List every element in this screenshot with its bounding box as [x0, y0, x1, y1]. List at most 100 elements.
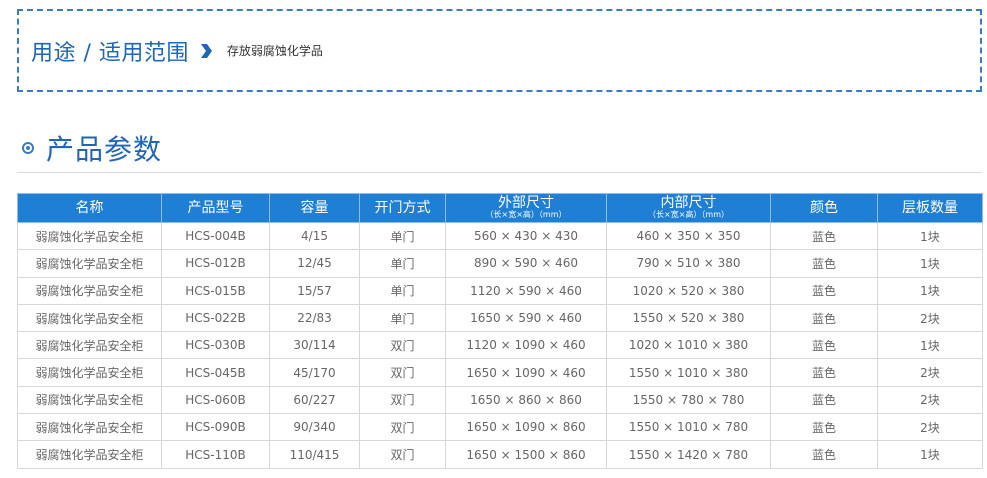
cell-inner-size: 1550 × 1010 × 780	[606, 413, 771, 442]
cell-name: 弱腐蚀化学品安全柜	[17, 440, 162, 469]
header-color: 颜色	[770, 193, 878, 223]
cell-capacity: 60/227	[269, 385, 360, 415]
cell-outer-size: 1120 × 1090 × 460	[445, 331, 607, 360]
cell-color: 蓝色	[770, 276, 878, 305]
cell-color: 蓝色	[770, 358, 878, 387]
cell-outer-size: 1650 × 1090 × 860	[445, 413, 607, 442]
cell-outer-size: 1650 × 860 × 860	[445, 385, 607, 415]
cell-shelf-count: 2块	[877, 413, 983, 442]
header-shelf-count: 层板数量	[877, 193, 983, 223]
cell-outer-size: 560 × 430 × 430	[445, 221, 607, 251]
cell-color: 蓝色	[770, 331, 878, 360]
cell-model: HCS-090B	[161, 413, 270, 442]
cell-capacity: 45/170	[269, 358, 360, 387]
usage-title: 用途 / 适用范围	[31, 40, 189, 66]
cell-model: HCS-004B	[161, 221, 270, 251]
cell-color: 蓝色	[770, 303, 878, 333]
cell-inner-size: 1550 × 780 × 780	[606, 385, 771, 415]
cell-name: 弱腐蚀化学品安全柜	[17, 303, 162, 333]
table-row: 弱腐蚀化学品安全柜 HCS-110B 110/415 双门 1650 × 1500 × …	[17, 440, 983, 469]
cell-door-type: 双门	[359, 385, 446, 415]
params-title: 产品参数	[46, 133, 163, 166]
cell-door-type: 双门	[359, 440, 446, 469]
cell-inner-size: 1550 × 1420 × 780	[606, 440, 771, 469]
cell-capacity: 30/114	[269, 331, 360, 360]
cell-model: HCS-012B	[161, 249, 270, 278]
cell-color: 蓝色	[770, 221, 878, 251]
spec-table: 名称 产品型号 容量 开门方式 外部尺寸 （长×宽×高）（mm） 内部尺寸 （长…	[17, 193, 983, 469]
cell-inner-size: 1550 × 520 × 380	[606, 303, 771, 333]
cell-capacity: 22/83	[269, 303, 360, 333]
params-divider	[17, 172, 982, 173]
cell-name: 弱腐蚀化学品安全柜	[17, 385, 162, 415]
cell-color: 蓝色	[770, 385, 878, 415]
cell-door-type: 双门	[359, 358, 446, 387]
cell-inner-size: 1020 × 520 × 380	[606, 276, 771, 305]
cell-door-type: 单门	[359, 221, 446, 251]
table-header-row: 名称 产品型号 容量 开门方式 外部尺寸 （长×宽×高）（mm） 内部尺寸 （长…	[17, 193, 983, 223]
cell-door-type: 单门	[359, 276, 446, 305]
cell-shelf-count: 1块	[877, 331, 983, 360]
cell-outer-size: 1650 × 1090 × 460	[445, 358, 607, 387]
header-outer-size: 外部尺寸 （长×宽×高）（mm）	[445, 193, 607, 223]
cell-shelf-count: 1块	[877, 276, 983, 305]
cell-shelf-count: 2块	[877, 385, 983, 415]
cell-shelf-count: 1块	[877, 440, 983, 469]
cell-model: HCS-045B	[161, 358, 270, 387]
header-name: 名称	[17, 193, 162, 223]
cell-outer-size: 1650 × 590 × 460	[445, 303, 607, 333]
chevron-right-icon	[200, 43, 212, 58]
cell-shelf-count: 1块	[877, 249, 983, 278]
bullet-circle-icon	[22, 142, 34, 154]
table-row: 弱腐蚀化学品安全柜 HCS-045B 45/170 双门 1650 × 1090 × 4…	[17, 358, 983, 387]
usage-value: 存放弱腐蚀化学品	[226, 44, 323, 58]
params-heading: 产品参数	[22, 128, 162, 168]
table-row: 弱腐蚀化学品安全柜 HCS-022B 22/83 单门 1650 × 590 × 460…	[17, 303, 983, 333]
cell-name: 弱腐蚀化学品安全柜	[17, 221, 162, 251]
cell-shelf-count: 2块	[877, 358, 983, 387]
table-row: 弱腐蚀化学品安全柜 HCS-060B 60/227 双门 1650 × 860 × 86…	[17, 385, 983, 415]
header-capacity: 容量	[269, 193, 360, 223]
table-row: 弱腐蚀化学品安全柜 HCS-012B 12/45 单门 890 × 590 × 460 7…	[17, 249, 983, 278]
cell-outer-size: 1120 × 590 × 460	[445, 276, 607, 305]
cell-name: 弱腐蚀化学品安全柜	[17, 249, 162, 278]
cell-name: 弱腐蚀化学品安全柜	[17, 276, 162, 305]
cell-capacity: 110/415	[269, 440, 360, 469]
cell-inner-size: 790 × 510 × 380	[606, 249, 771, 278]
cell-capacity: 4/15	[269, 221, 360, 251]
cell-inner-size: 1550 × 1010 × 380	[606, 358, 771, 387]
cell-capacity: 90/340	[269, 413, 360, 442]
cell-door-type: 双门	[359, 413, 446, 442]
cell-door-type: 单门	[359, 303, 446, 333]
cell-inner-size: 460 × 350 × 350	[606, 221, 771, 251]
cell-door-type: 单门	[359, 249, 446, 278]
cell-model: HCS-060B	[161, 385, 270, 415]
cell-door-type: 双门	[359, 331, 446, 360]
cell-model: HCS-022B	[161, 303, 270, 333]
cell-inner-size: 1020 × 1010 × 380	[606, 331, 771, 360]
header-inner-size-unit: （长×宽×高）（mm）	[648, 209, 729, 219]
cell-model: HCS-110B	[161, 440, 270, 469]
cell-model: HCS-030B	[161, 331, 270, 360]
cell-shelf-count: 2块	[877, 303, 983, 333]
cell-capacity: 12/45	[269, 249, 360, 278]
table-row: 弱腐蚀化学品安全柜 HCS-004B 4/15 单门 560 × 430 × 430 46…	[17, 221, 983, 251]
table-row: 弱腐蚀化学品安全柜 HCS-030B 30/114 双门 1120 × 1090 × 4…	[17, 331, 983, 360]
header-model: 产品型号	[161, 193, 270, 223]
cell-capacity: 15/57	[269, 276, 360, 305]
cell-model: HCS-015B	[161, 276, 270, 305]
cell-outer-size: 1650 × 1500 × 860	[445, 440, 607, 469]
table-row: 弱腐蚀化学品安全柜 HCS-015B 15/57 单门 1120 × 590 × 460…	[17, 276, 983, 305]
cell-name: 弱腐蚀化学品安全柜	[17, 358, 162, 387]
cell-color: 蓝色	[770, 440, 878, 469]
table-row: 弱腐蚀化学品安全柜 HCS-090B 90/340 双门 1650 × 1090 × 8…	[17, 413, 983, 442]
cell-color: 蓝色	[770, 249, 878, 278]
header-outer-size-unit: （长×宽×高）（mm）	[485, 209, 567, 219]
cell-name: 弱腐蚀化学品安全柜	[17, 331, 162, 360]
usage-section: 用途 / 适用范围 存放弱腐蚀化学品	[17, 9, 982, 92]
cell-outer-size: 890 × 590 × 460	[445, 249, 607, 278]
cell-shelf-count: 1块	[877, 221, 983, 251]
header-door-type: 开门方式	[359, 193, 446, 223]
header-inner-size: 内部尺寸 （长×宽×高）（mm）	[606, 193, 771, 223]
cell-color: 蓝色	[770, 413, 878, 442]
